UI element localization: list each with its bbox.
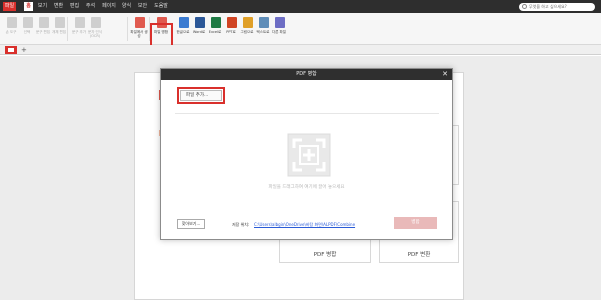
ribbon-button-other-file[interactable]: 다른 파일 <box>271 15 287 43</box>
ribbon-button-cursor[interactable]: 선택 <box>19 15 35 43</box>
menu-bar: 파일 홈 보기 변환 편집 주석 페이지 양식 보안 도움말 무엇을 하고 싶으… <box>0 0 601 13</box>
ribbon-button-to-image[interactable]: 그림으로 <box>239 15 255 43</box>
menu-page[interactable]: 페이지 <box>101 2 117 11</box>
close-icon[interactable]: ✕ <box>442 69 448 80</box>
home-tab[interactable] <box>5 46 17 54</box>
ribbon-separator <box>127 17 128 41</box>
ribbon-button-label: 다른 파일 <box>272 30 286 34</box>
ribbon-toolbar: 손 도구 선택 문구 편집 개체 편집 문구 추가 문자 인식(OCR) 파일에서 생성 파일… <box>0 13 601 45</box>
menu-form[interactable]: 양식 <box>121 2 132 11</box>
menu-view[interactable]: 보기 <box>37 2 48 11</box>
pdf-convert-tile-label: PDF 변환 <box>407 252 431 258</box>
browse-button[interactable]: 찾아보기... <box>177 219 205 229</box>
ribbon-button-add-text[interactable]: 문구 추가 <box>71 15 87 43</box>
menu-home[interactable]: 홈 <box>24 2 33 11</box>
text-edit-icon <box>39 17 49 28</box>
to-word-icon <box>195 17 205 28</box>
to-image-icon <box>243 17 253 28</box>
create-from-file-icon <box>135 17 145 28</box>
merge-button[interactable]: 병합 <box>394 217 437 229</box>
to-text-icon <box>259 17 269 28</box>
to-hwp-icon <box>179 17 189 28</box>
add-file-highlight <box>177 87 225 104</box>
search-placeholder: 무엇을 하고 싶으세요? <box>529 4 567 9</box>
ribbon-button-ocr[interactable]: 문자 인식(OCR) <box>87 15 103 43</box>
plus-icon[interactable]: + <box>21 45 27 55</box>
ribbon-button-object-edit[interactable]: 개체 편집 <box>51 15 67 43</box>
drop-file-icon <box>287 133 331 177</box>
ribbon-separator <box>67 17 68 41</box>
ribbon-button-to-hwp[interactable]: 한글으로 <box>175 15 191 43</box>
ribbon-button-text-edit[interactable]: 문구 편집 <box>35 15 51 43</box>
drop-hint-text: 파일을 드래그하여 여기에 끌어 놓으세요 <box>268 185 345 190</box>
search-icon <box>522 4 527 9</box>
other-file-icon <box>275 17 285 28</box>
menu-convert[interactable]: 변환 <box>53 2 64 11</box>
menu-help[interactable]: 도움말 <box>153 2 169 11</box>
home-icon <box>8 48 14 52</box>
document-tab-strip: + <box>0 45 601 55</box>
dialog-title: PDF 병합 <box>161 69 452 80</box>
save-location-label: 저장 위치: <box>232 222 250 227</box>
ribbon-button-to-text[interactable]: 텍스트로 <box>255 15 271 43</box>
ribbon-button-create-from-file[interactable]: 파일에서 생성 <box>130 15 148 43</box>
pdf-merge-tile-label: PDF 병합 <box>313 252 337 258</box>
menu-edit[interactable]: 편집 <box>69 2 80 11</box>
save-location-link[interactable]: C:\Users\albgin\OneDrive\바탕 화면\ALPDF\Com… <box>254 222 355 228</box>
ribbon-button-hand[interactable]: 손 도구 <box>3 15 19 43</box>
ribbon-button-to-ppt[interactable]: PPT로 <box>223 15 239 43</box>
menu-security[interactable]: 보안 <box>137 2 148 11</box>
pdf-merge-dialog: PDF 병합 ✕ 파일 추가... 파일을 드래그하여 여기에 끌어 놓으세요 … <box>160 68 453 240</box>
to-ppt-icon <box>227 17 237 28</box>
ribbon-button-label: 파일에서 생성 <box>130 30 148 38</box>
search-input[interactable]: 무엇을 하고 싶으세요? <box>519 3 595 11</box>
app-window: 파일 홈 보기 변환 편집 주석 페이지 양식 보안 도움말 무엇을 하고 싶으… <box>0 0 601 300</box>
add-text-icon <box>75 17 85 28</box>
hand-icon <box>7 17 17 28</box>
divider <box>175 113 439 114</box>
merge-files-highlight <box>150 23 173 47</box>
cursor-icon <box>23 17 33 28</box>
to-excel-icon <box>211 17 221 28</box>
menu-annotate[interactable]: 주석 <box>85 2 96 11</box>
ribbon-button-to-excel[interactable]: Excel로 <box>207 15 223 43</box>
ocr-icon <box>91 17 101 28</box>
ribbon-button-to-word[interactable]: Word로 <box>191 15 207 43</box>
ribbon-button-label: 개체 편집 <box>52 30 66 34</box>
ribbon-button-label: 문자 인식(OCR) <box>88 30 102 38</box>
menu-file[interactable]: 파일 <box>3 2 16 11</box>
object-edit-icon <box>55 17 65 28</box>
